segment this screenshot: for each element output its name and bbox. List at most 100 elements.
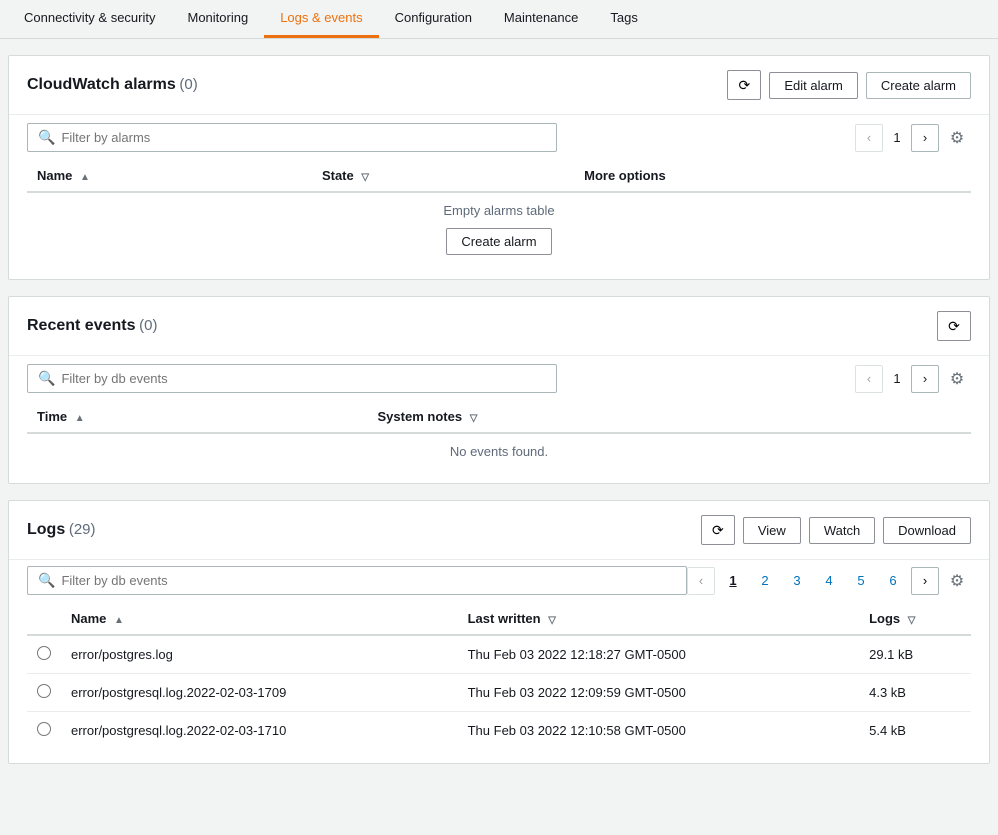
col-log-name-header[interactable]: Name ▲ — [61, 603, 458, 635]
logs-search-pagination-row: 🔍 ‹ 1 2 3 4 5 6 › ⚙ — [9, 560, 989, 603]
logs-filter-input[interactable] — [61, 573, 676, 588]
col-more-options-header: More options — [574, 160, 971, 192]
row-select-cell[interactable] — [27, 712, 61, 750]
recent-events-title-group: Recent events (0) — [27, 317, 157, 335]
logs-refresh-button[interactable]: ⟳ — [701, 515, 735, 545]
col-logs-header[interactable]: Logs ▽ — [859, 603, 971, 635]
logs-page-3-btn[interactable]: 3 — [783, 567, 811, 595]
row-select-cell[interactable] — [27, 674, 61, 712]
cloudwatch-title-text: CloudWatch alarms — [27, 76, 176, 93]
logs-table-wrap: Name ▲ Last written ▽ Logs ▽ error — [9, 603, 989, 763]
log-name-sort-asc-icon: ▲ — [114, 615, 124, 626]
logs-page-4-btn[interactable]: 4 — [815, 567, 843, 595]
logs-table-body: error/postgres.log Thu Feb 03 2022 12:18… — [27, 635, 971, 749]
recent-events-next-btn[interactable]: › — [911, 365, 939, 393]
cloudwatch-refresh-button[interactable]: ⟳ — [727, 70, 761, 100]
cloudwatch-search-row: 🔍 ‹ 1 › ⚙ — [9, 115, 989, 160]
recent-events-search-bar: 🔍 — [27, 364, 557, 393]
logs-download-button[interactable]: Download — [883, 517, 971, 544]
logs-search-bar: 🔍 — [27, 566, 687, 595]
row-radio-input[interactable] — [37, 684, 51, 698]
recent-events-settings-icon[interactable]: ⚙ — [943, 365, 971, 393]
cloudwatch-search-bar: 🔍 — [27, 123, 557, 152]
row-logs-size: 5.4 kB — [859, 712, 971, 750]
tab-logs-events[interactable]: Logs & events — [264, 0, 378, 38]
recent-events-pagination: ‹ 1 › — [855, 365, 939, 393]
search-icon: 🔍 — [38, 129, 55, 146]
cloudwatch-title: CloudWatch alarms (0) — [27, 76, 198, 94]
recent-events-prev-btn[interactable]: ‹ — [855, 365, 883, 393]
col-last-written-header[interactable]: Last written ▽ — [458, 603, 860, 635]
tab-connectivity[interactable]: Connectivity & security — [8, 0, 172, 38]
time-sort-asc-icon: ▲ — [75, 413, 85, 424]
state-sort-desc-icon: ▽ — [361, 172, 369, 183]
logs-page-1-btn[interactable]: 1 — [719, 567, 747, 595]
logs-title-text: Logs — [27, 521, 65, 538]
logs-settings-icon[interactable]: ⚙ — [943, 567, 971, 595]
recent-events-title-text: Recent events — [27, 317, 136, 334]
logs-header: Logs (29) ⟳ View Watch Download — [9, 501, 989, 560]
cloudwatch-empty-message: Empty alarms table — [37, 203, 961, 218]
row-last-written: Thu Feb 03 2022 12:18:27 GMT-0500 — [458, 635, 860, 674]
row-log-name: error/postgresql.log.2022-02-03-1710 — [61, 712, 458, 750]
cloudwatch-table-head: Name ▲ State ▽ More options — [27, 160, 971, 192]
logs-next-btn[interactable]: › — [911, 567, 939, 595]
col-system-notes-header[interactable]: System notes ▽ — [368, 401, 971, 433]
recent-events-table: Time ▲ System notes ▽ No events found. — [27, 401, 971, 469]
tab-tags[interactable]: Tags — [594, 0, 653, 38]
row-last-written: Thu Feb 03 2022 12:09:59 GMT-0500 — [458, 674, 860, 712]
logs-actions: ⟳ View Watch Download — [701, 515, 971, 545]
logs-watch-button[interactable]: Watch — [809, 517, 875, 544]
cloudwatch-actions: ⟳ Edit alarm Create alarm — [727, 70, 971, 100]
col-time-header[interactable]: Time ▲ — [27, 401, 368, 433]
logs-sort-desc-icon: ▽ — [908, 615, 916, 626]
recent-events-filter-input[interactable] — [61, 371, 546, 386]
tab-maintenance[interactable]: Maintenance — [488, 0, 594, 38]
cloudwatch-header: CloudWatch alarms (0) ⟳ Edit alarm Creat… — [9, 56, 989, 115]
edit-alarm-button[interactable]: Edit alarm — [769, 72, 858, 99]
logs-page-6-btn[interactable]: 6 — [879, 567, 907, 595]
logs-page-5-btn[interactable]: 5 — [847, 567, 875, 595]
logs-table-head: Name ▲ Last written ▽ Logs ▽ — [27, 603, 971, 635]
search-icon: 🔍 — [38, 572, 55, 589]
system-notes-sort-desc-icon: ▽ — [470, 413, 478, 424]
logs-table: Name ▲ Last written ▽ Logs ▽ error — [27, 603, 971, 749]
cloudwatch-empty-create-alarm-button[interactable]: Create alarm — [446, 228, 551, 255]
row-logs-size: 4.3 kB — [859, 674, 971, 712]
tab-configuration[interactable]: Configuration — [379, 0, 488, 38]
recent-events-refresh-button[interactable]: ⟳ — [937, 311, 971, 341]
recent-events-panel: Recent events (0) ⟳ 🔍 ‹ 1 › ⚙ — [8, 296, 990, 484]
row-radio-input[interactable] — [37, 722, 51, 736]
cloudwatch-filter-input[interactable] — [61, 130, 546, 145]
tab-monitoring[interactable]: Monitoring — [172, 0, 265, 38]
logs-view-button[interactable]: View — [743, 517, 801, 544]
cloudwatch-next-btn[interactable]: › — [911, 124, 939, 152]
recent-events-table-head: Time ▲ System notes ▽ — [27, 401, 971, 433]
recent-events-page-num: 1 — [889, 371, 905, 386]
row-radio-input[interactable] — [37, 646, 51, 660]
search-icon: 🔍 — [38, 370, 55, 387]
row-select-cell[interactable] — [27, 635, 61, 674]
recent-events-empty-row: No events found. — [27, 433, 971, 469]
col-select-header — [27, 603, 61, 635]
logs-prev-btn[interactable]: ‹ — [687, 567, 715, 595]
refresh-icon: ⟳ — [712, 522, 724, 539]
create-alarm-button[interactable]: Create alarm — [866, 72, 971, 99]
recent-events-search-row: 🔍 ‹ 1 › ⚙ — [9, 356, 989, 401]
cloudwatch-page-num: 1 — [889, 130, 905, 145]
cloudwatch-prev-btn[interactable]: ‹ — [855, 124, 883, 152]
col-state-header[interactable]: State ▽ — [312, 160, 574, 192]
cloudwatch-table: Name ▲ State ▽ More options Empty alarms… — [27, 160, 971, 265]
tab-bar: Connectivity & security Monitoring Logs … — [0, 0, 998, 39]
refresh-icon: ⟳ — [738, 77, 750, 94]
logs-panel: Logs (29) ⟳ View Watch Download 🔍 ‹ 1 2 … — [8, 500, 990, 764]
cloudwatch-settings-icon[interactable]: ⚙ — [943, 124, 971, 152]
table-row: error/postgresql.log.2022-02-03-1710 Thu… — [27, 712, 971, 750]
row-logs-size: 29.1 kB — [859, 635, 971, 674]
col-name-header[interactable]: Name ▲ — [27, 160, 312, 192]
logs-page-2-btn[interactable]: 2 — [751, 567, 779, 595]
recent-events-header: Recent events (0) ⟳ — [9, 297, 989, 356]
table-row: error/postgresql.log.2022-02-03-1709 Thu… — [27, 674, 971, 712]
row-log-name: error/postgresql.log.2022-02-03-1709 — [61, 674, 458, 712]
cloudwatch-table-body: Empty alarms table Create alarm — [27, 192, 971, 265]
